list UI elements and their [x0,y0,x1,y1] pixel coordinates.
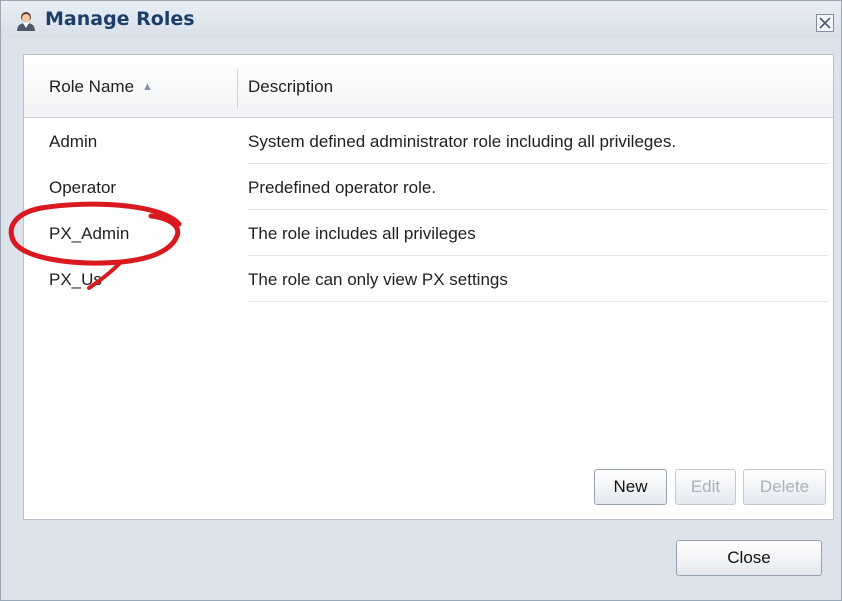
new-button[interactable]: New [594,469,667,505]
title-bar[interactable]: Manage Roles [1,1,841,37]
role-description-cell: System defined administrator role includ… [248,132,828,164]
manage-roles-dialog: Manage Roles Role Name ▲ Description Admi… [0,0,842,601]
delete-button[interactable]: Delete [743,469,826,505]
sort-ascending-icon: ▲ [142,81,153,93]
roles-grid: Role Name ▲ Description Admin System defi… [23,54,834,520]
close-button[interactable]: Close [676,540,822,576]
column-header-role-name[interactable]: Role Name ▲ [49,77,153,97]
role-name-cell: PX_Admin [49,224,130,243]
close-icon[interactable] [816,14,834,32]
role-description-cell: The role includes all privileges [248,224,828,256]
table-row[interactable]: Operator Predefined operator role. [24,164,833,210]
grid-header: Role Name ▲ Description [24,55,833,118]
role-name-cell: Admin [49,132,98,151]
column-header-description[interactable]: Description [248,77,333,97]
user-icon [15,10,37,32]
role-name-cell: PX_Us [49,270,102,289]
table-row[interactable]: Admin System defined administrator role … [24,118,833,164]
column-divider[interactable] [237,69,238,109]
table-row[interactable]: PX_Us The role can only view PX settings [24,256,833,302]
role-name-cell: Operator [49,178,117,197]
dialog-title: Manage Roles [45,8,195,30]
column-label: Role Name [49,77,135,96]
role-description-cell: The role can only view PX settings [248,270,828,302]
table-row[interactable]: PX_Admin The role includes all privilege… [24,210,833,256]
edit-button[interactable]: Edit [675,469,736,505]
role-description-cell: Predefined operator role. [248,178,828,210]
